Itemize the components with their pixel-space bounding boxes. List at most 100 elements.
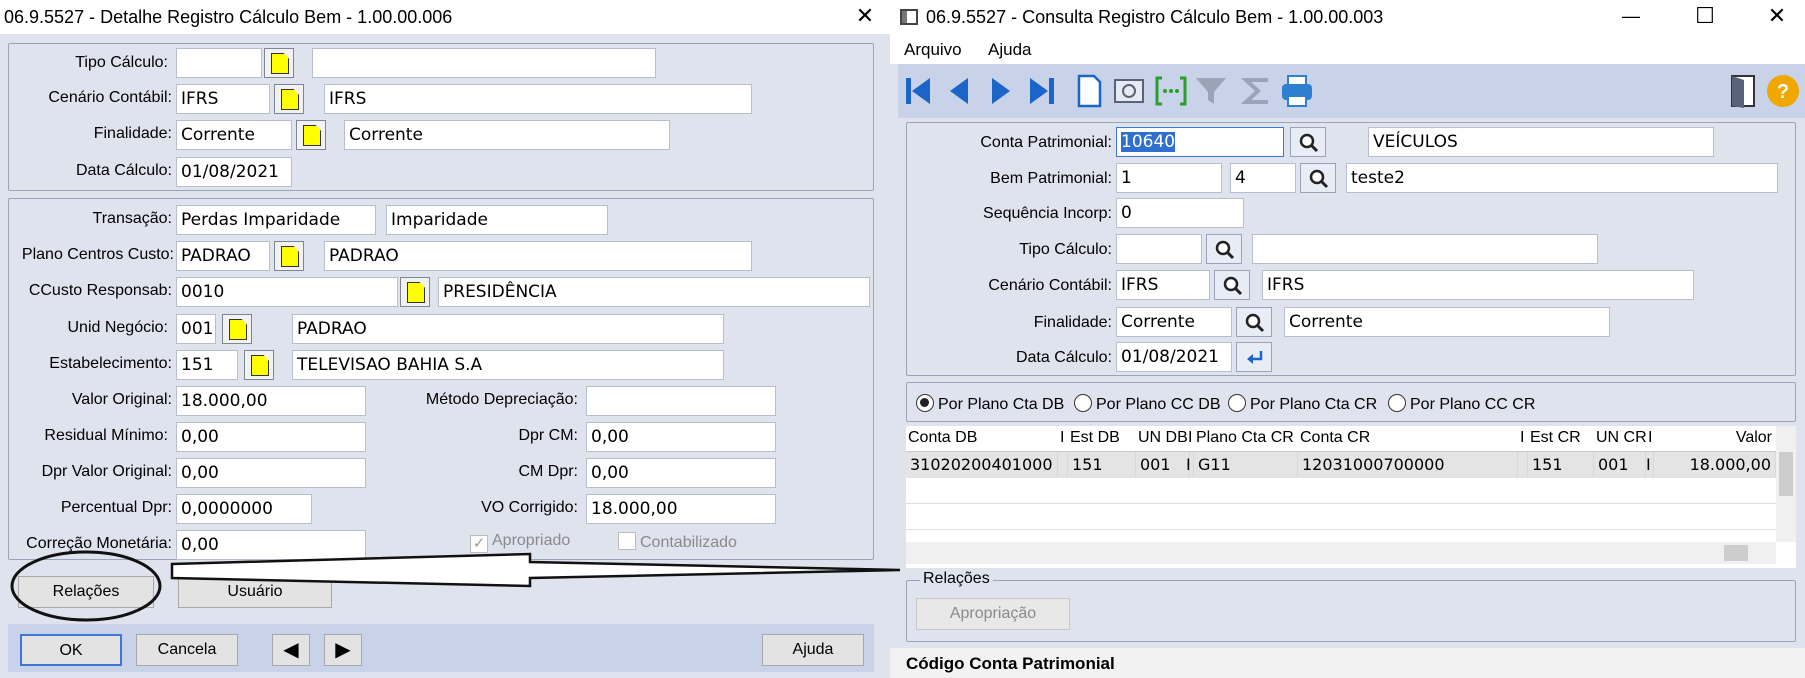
search-screen-icon[interactable] [1110,72,1148,110]
data-field[interactable]: 01/08/2021 [1116,342,1232,372]
column-header[interactable]: Est CR [1528,426,1594,452]
estab-field[interactable]: 151 [176,350,238,380]
new-document-icon[interactable] [1070,72,1108,110]
correcao-field[interactable]: 0,00 [176,530,366,560]
tipo-calculo-desc [312,48,656,78]
estab-desc: TELEVISAO BAHIA S.A [292,350,724,380]
finalidade-field[interactable]: Corrente [1116,307,1232,337]
status-text: Código Conta Patrimonial [906,654,1115,673]
results-grid: Conta DB I Est DB UN DB I Plano Cta CR C… [906,426,1796,568]
apropriacao-button[interactable]: Apropriação [916,598,1070,630]
zoom-icon[interactable] [400,277,430,307]
cenario-desc: IFRS [324,84,752,114]
metodo-field[interactable] [586,386,776,416]
plano-cc-field[interactable]: PADRAO [176,241,270,271]
cm-dpr-label: CM Dpr: [518,463,578,480]
close-button[interactable]: ✕ [840,0,890,34]
menu-arquivo[interactable]: Arquivo [904,40,962,60]
bem-field[interactable]: 1 [1116,163,1222,193]
finalidade-label: Finalidade: [1033,314,1112,331]
menu-bar: Arquivo Ajuda [890,34,1805,64]
ajuda-button[interactable]: Ajuda [762,634,864,666]
enter-icon[interactable] [1236,342,1272,372]
app-icon [900,9,918,25]
table-row[interactable]: 31020200401000 151 001 I G11 12031000700… [906,452,1776,478]
search-icon[interactable] [1206,234,1242,264]
tipo-field[interactable] [1116,234,1202,264]
conta-field[interactable]: 10640 [1116,127,1284,157]
search-icon[interactable] [1214,270,1250,300]
radio-plano-cta-cr[interactable]: Por Plano Cta CR [1228,394,1377,414]
tipo-calculo-field[interactable] [176,48,262,78]
radio-plano-cta-db[interactable]: Por Plano Cta DB [916,394,1064,414]
valor-original-field[interactable]: 18.000,00 [176,386,366,416]
horizontal-scrollbar[interactable] [906,542,1776,564]
percentual-label: Percentual Dpr: [60,499,172,516]
next-button[interactable]: ▶ [324,634,362,666]
dpr-cm-field[interactable]: 0,00 [586,422,776,452]
maximize-button[interactable]: ☐ [1680,0,1730,34]
column-header[interactable]: Est DB [1068,426,1136,452]
column-header[interactable]: Plano Cta CR [1194,426,1298,452]
ok-button[interactable]: OK [20,634,122,666]
ccusto-field[interactable]: 0010 [176,277,398,307]
transacao-field[interactable]: Perdas Imparidade [176,205,376,235]
cancela-button[interactable]: Cancela [136,634,238,666]
usuario-button[interactable]: Usuário [178,576,332,608]
column-header[interactable]: I [1058,426,1068,452]
exit-door-icon[interactable] [1724,72,1762,110]
last-record-icon[interactable] [1022,72,1060,110]
column-header[interactable]: Valor [1654,426,1776,452]
bem-seq-field[interactable]: 4 [1230,163,1296,193]
zoom-icon[interactable] [296,120,326,150]
percentual-field[interactable]: 0,0000000 [176,494,312,524]
previous-button[interactable]: ◀ [272,634,310,666]
cenario-field[interactable]: IFRS [1116,270,1210,300]
cm-dpr-field[interactable]: 0,00 [586,458,776,488]
filter-icon[interactable] [1192,72,1230,110]
next-record-icon[interactable] [982,72,1020,110]
relacoes-button[interactable]: Relações [18,576,154,608]
previous-record-icon[interactable] [940,72,978,110]
sequencia-field[interactable]: 0 [1116,198,1244,228]
dpr-valor-field[interactable]: 0,00 [176,458,366,488]
zoom-icon[interactable] [244,350,274,380]
column-header[interactable]: Conta DB [906,426,1058,452]
table-row[interactable] [906,478,1776,504]
zoom-icon[interactable] [264,48,294,78]
zoom-icon[interactable] [222,314,252,344]
column-header[interactable]: I [1186,426,1194,452]
search-icon[interactable] [1236,307,1272,337]
radio-plano-cc-cr[interactable]: Por Plano CC CR [1388,394,1535,414]
range-icon[interactable] [1152,72,1190,110]
finalidade-field[interactable]: Corrente [176,120,292,150]
search-icon[interactable] [1300,163,1336,193]
cenario-field[interactable]: IFRS [176,84,270,114]
contabilizado-checkbox[interactable]: Contabilizado [618,532,737,552]
residual-field[interactable]: 0,00 [176,422,366,452]
apropriado-checkbox[interactable]: ✓ Apropriado [470,532,570,553]
column-header[interactable]: I [1646,426,1654,452]
vo-corrigido-field[interactable]: 18.000,00 [586,494,776,524]
column-header[interactable]: Conta CR [1298,426,1518,452]
vertical-scrollbar[interactable] [1776,426,1796,542]
unid-field[interactable]: 001 [176,314,216,344]
close-button[interactable]: ✕ [1752,0,1802,34]
data-calculo-field[interactable]: 01/08/2021 [176,157,292,187]
menu-ajuda[interactable]: Ajuda [988,40,1031,60]
minimize-button[interactable]: — [1606,0,1656,34]
column-header[interactable]: I [1518,426,1528,452]
search-icon[interactable] [1290,127,1326,157]
sum-icon[interactable] [1238,72,1276,110]
zoom-icon[interactable] [274,241,304,271]
help-icon[interactable]: ? [1764,72,1802,110]
column-header[interactable]: UN DB [1136,426,1190,452]
column-header[interactable]: UN CR [1594,426,1646,452]
radio-plano-cc-db[interactable]: Por Plano CC DB [1074,394,1221,414]
vo-corrigido-label: VO Corrigido: [481,499,578,516]
print-icon[interactable] [1278,72,1316,110]
table-row[interactable] [906,504,1776,530]
first-record-icon[interactable] [900,72,938,110]
zoom-icon[interactable] [274,84,304,114]
unid-desc: PADRAO [292,314,724,344]
